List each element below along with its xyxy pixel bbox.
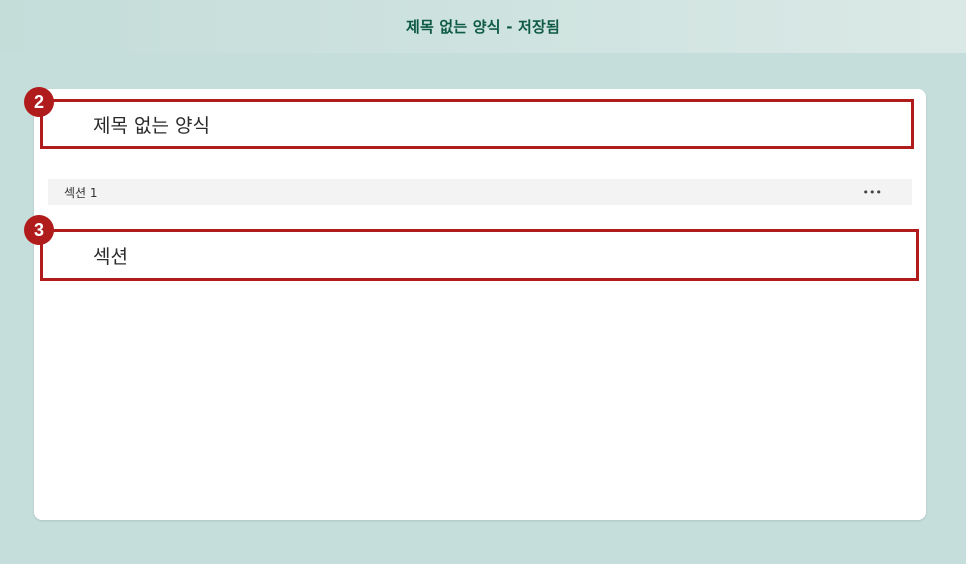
annotation-badge-3: 3 (24, 215, 54, 245)
more-options-icon[interactable]: ••• (863, 186, 882, 199)
form-title-text: 제목 없는 양식 (93, 114, 210, 137)
annotation-badge-2: 2 (24, 87, 54, 117)
document-title-status: 제목 없는 양식 - 저장됨 (405, 18, 561, 36)
form-title-field[interactable]: 제목 없는 양식 (40, 99, 914, 149)
section-header: 섹션 1 ••• (48, 179, 912, 205)
top-bar: 제목 없는 양식 - 저장됨 (0, 0, 966, 53)
section-title-text: 섹션 (93, 245, 128, 268)
section-label: 섹션 1 (64, 185, 98, 200)
form-card (34, 89, 926, 520)
section-title-field[interactable]: 섹션 (40, 229, 919, 281)
